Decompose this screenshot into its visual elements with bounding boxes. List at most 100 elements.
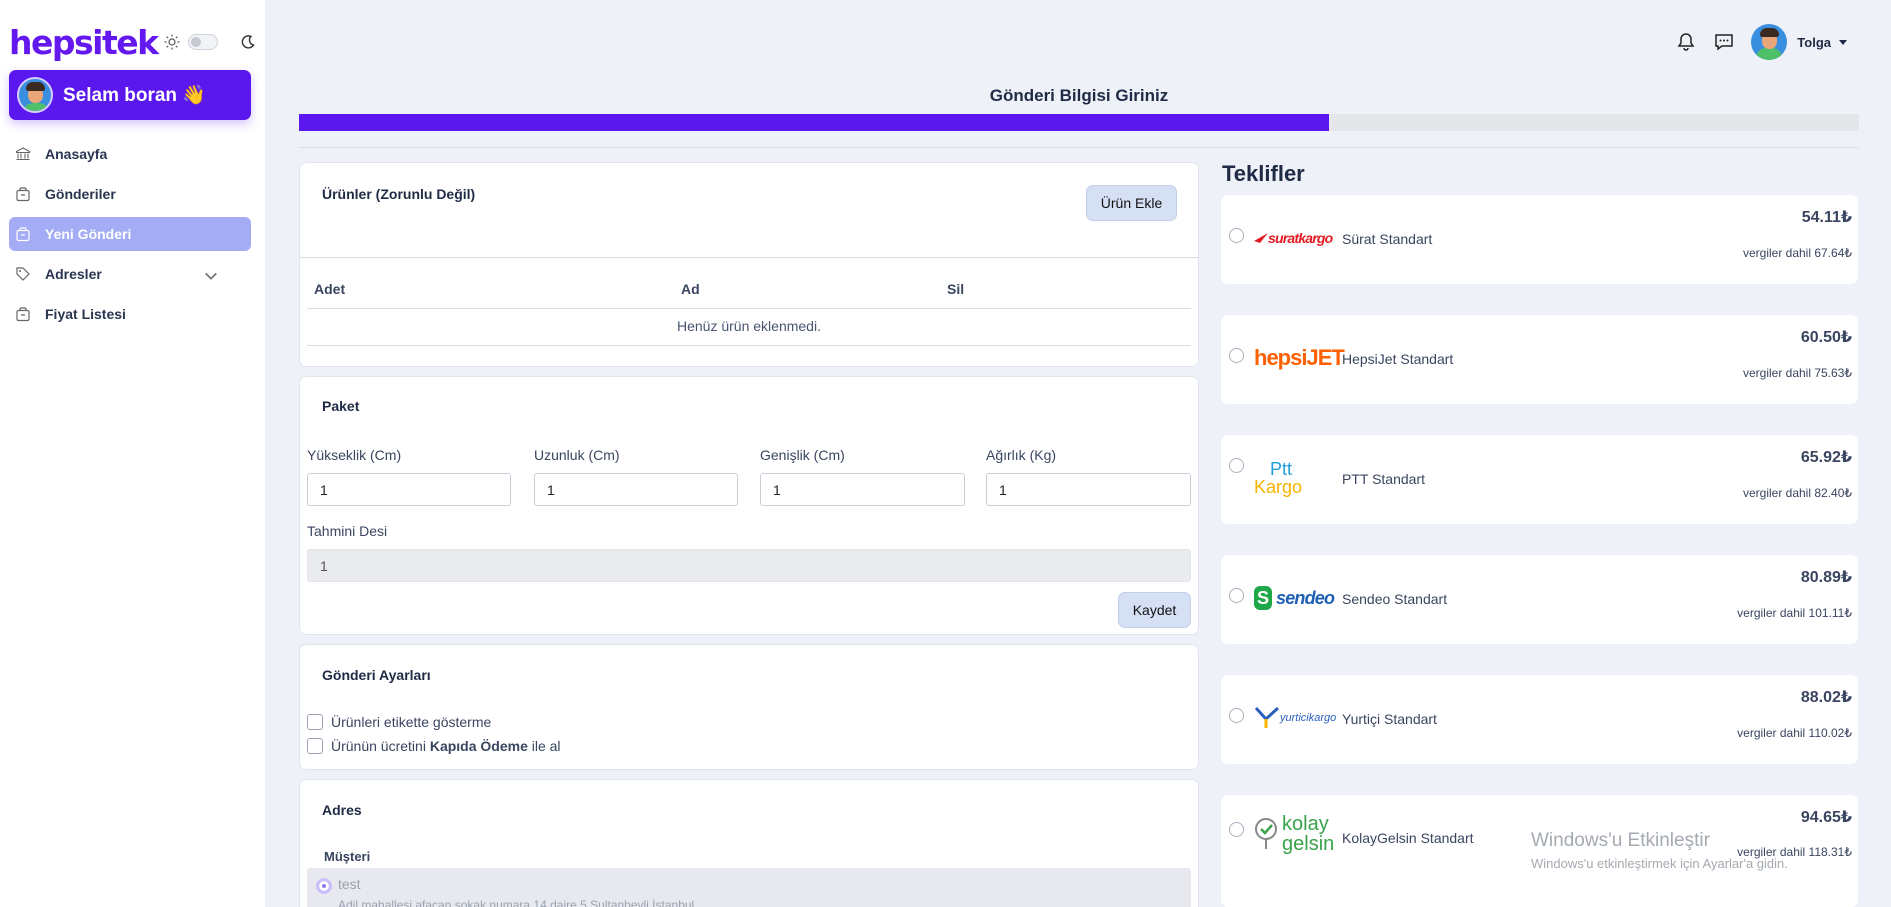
cash-on-delivery-checkbox[interactable] — [307, 738, 323, 754]
customer-label: Müşteri — [324, 849, 371, 864]
offer-name: Sürat Standart — [1342, 231, 1433, 247]
sidebar-item-label: Gönderiler — [45, 186, 116, 202]
caret-down-icon[interactable] — [1839, 39, 1847, 45]
offer-tax: vergiler dahil 82.40₺ — [1742, 486, 1852, 500]
column-header-sil: Sil — [947, 281, 965, 297]
offer-tax: vergiler dahil 75.63₺ — [1742, 366, 1852, 380]
user-avatar[interactable] — [1751, 24, 1788, 60]
height-input[interactable]: 1 — [307, 473, 511, 506]
page-title: Gönderi Bilgisi Giriniz — [989, 86, 1169, 105]
offer-card[interactable]: yurticikargo Yurtiçi Standart 88.02₺ ver… — [1221, 675, 1858, 764]
offer-name: HepsiJet Standart — [1342, 351, 1454, 367]
offer-price: 65.92₺ — [1800, 449, 1852, 466]
moon-icon — [241, 35, 255, 49]
weight-label: Ağırlık (Kg) — [986, 447, 1057, 463]
bell-icon[interactable] — [1675, 31, 1697, 53]
windows-activation-watermark: Windows'u Etkinleştir Windows'u etkinleş… — [1531, 830, 1788, 871]
offer-tax: vergiler dahil 101.11₺ — [1737, 606, 1852, 620]
desi-label: Tahmini Desi — [307, 523, 388, 539]
divider — [300, 257, 1198, 258]
offers-title: Teklifler — [1222, 161, 1305, 186]
kolaygelsin-logo: kolay gelsin — [1254, 809, 1344, 859]
customer-name: test — [338, 876, 361, 892]
address-title: Adres — [322, 802, 362, 818]
progress-fill — [299, 114, 1329, 131]
offer-card[interactable]: S sendeo Sendeo Standart 80.89₺ vergiler… — [1221, 555, 1858, 644]
empty-products-text: Henüz ürün eklenmedi. — [677, 318, 821, 334]
sidebar: hepsitek Selam boran 👋 Anasayfa Gönderil… — [0, 0, 265, 907]
cod-label-post: ile al — [527, 738, 561, 754]
customer-radio[interactable] — [316, 878, 332, 894]
sidebar-item-yeni-gonderi[interactable]: Yeni Gönderi — [9, 217, 251, 251]
height-label: Yükseklik (Cm) — [307, 447, 402, 463]
bank-icon — [15, 147, 31, 161]
sidebar-item-label: Yeni Gönderi — [45, 226, 132, 242]
progress-bar — [299, 114, 1859, 131]
hide-products-label: Ürünleri etikette gösterme — [331, 714, 492, 730]
offer-tax: vergiler dahil 110.02₺ — [1737, 726, 1852, 740]
offer-card[interactable]: Ptt Kargo PTT Standart 65.92₺ vergiler d… — [1221, 435, 1858, 524]
offer-radio[interactable] — [1229, 708, 1244, 723]
greeting-banner[interactable]: Selam boran 👋 — [9, 70, 251, 120]
logo[interactable]: hepsitek — [9, 23, 159, 62]
sidebar-nav: Anasayfa Gönderiler Yeni Gönderi Adresle… — [9, 137, 251, 337]
offer-radio[interactable] — [1229, 458, 1244, 473]
save-button[interactable]: Kaydet — [1118, 592, 1191, 628]
offer-radio[interactable] — [1229, 348, 1244, 363]
user-name[interactable]: Tolga — [1797, 35, 1831, 50]
offer-name: Sendeo Standart — [1342, 591, 1448, 607]
hide-products-option[interactable]: Ürünleri etikette gösterme — [307, 714, 491, 730]
weight-input[interactable]: 1 — [986, 473, 1191, 506]
column-header-adet: Adet — [314, 281, 346, 297]
yurtici-kargo-logo: yurticikargo — [1254, 693, 1344, 743]
cash-on-delivery-option[interactable]: Ürünün ücretini Kapıda Ödeme ile al — [307, 738, 561, 754]
add-product-button[interactable]: Ürün Ekle — [1086, 185, 1177, 221]
avatar — [17, 77, 53, 113]
brand-row: hepsitek — [9, 22, 256, 62]
sidebar-item-adresler[interactable]: Adresler — [9, 257, 251, 291]
customer-address: Adil mahallesi afacan sokak numara 14 da… — [338, 898, 695, 907]
hide-products-checkbox[interactable] — [307, 714, 323, 730]
offer-radio[interactable] — [1229, 822, 1244, 837]
desi-input: 1 — [307, 549, 1191, 582]
length-label: Uzunluk (Cm) — [534, 447, 620, 463]
offer-name: PTT Standart — [1342, 471, 1426, 487]
length-input[interactable]: 1 — [534, 473, 738, 506]
sidebar-item-anasayfa[interactable]: Anasayfa — [9, 137, 251, 171]
greeting-text: Selam boran 👋 — [63, 85, 206, 106]
settings-title: Gönderi Ayarları — [322, 667, 431, 683]
theme-toggle[interactable] — [188, 34, 218, 50]
offer-card[interactable]: hepsiJET HepsiJet Standart 60.50₺ vergil… — [1221, 315, 1858, 404]
products-card: Ürünler (Zorunlu Değil) Ürün Ekle Adet A… — [299, 162, 1199, 367]
sidebar-item-gonderiler[interactable]: Gönderiler — [9, 177, 251, 211]
width-input[interactable]: 1 — [760, 473, 965, 506]
offer-radio[interactable] — [1229, 228, 1244, 243]
chat-icon[interactable] — [1713, 31, 1735, 53]
offer-radio[interactable] — [1229, 588, 1244, 603]
offer-card[interactable]: suratkargo Sürat Standart 54.11₺ vergile… — [1221, 195, 1858, 284]
chevron-down-icon — [205, 272, 217, 280]
cod-label-bold: Kapıda Ödeme — [429, 738, 528, 754]
package-card: Paket Yükseklik (Cm) 1 Uzunluk (Cm) 1 Ge… — [299, 376, 1199, 635]
table-header-divider — [307, 308, 1191, 309]
watermark-title: Windows'u Etkinleştir — [1531, 830, 1710, 851]
box-icon — [16, 307, 30, 322]
offer-price: 94.65₺ — [1800, 809, 1852, 826]
offer-price: 88.02₺ — [1800, 689, 1852, 706]
offer-price: 60.50₺ — [1800, 329, 1852, 346]
offer-name: KolayGelsin Standart — [1342, 830, 1474, 846]
customer-address-option[interactable]: test Adil mahallesi afacan sokak numara … — [307, 868, 1191, 907]
topbar: Tolga — [1675, 24, 1847, 60]
column-header-ad: Ad — [681, 281, 700, 297]
width-label: Genişlik (Cm) — [760, 447, 845, 463]
ptt-kargo-logo: Ptt Kargo — [1254, 459, 1303, 497]
offer-name: Yurtiçi Standart — [1342, 711, 1437, 727]
box-icon — [16, 187, 30, 202]
sidebar-item-fiyat-listesi[interactable]: Fiyat Listesi — [9, 297, 251, 331]
surat-kargo-logo: suratkargo — [1254, 213, 1344, 263]
tag-icon — [16, 267, 30, 281]
offer-price: 54.11₺ — [1801, 209, 1852, 226]
theme-switcher — [164, 34, 256, 50]
sendeo-logo: S sendeo — [1254, 573, 1344, 623]
box-icon — [16, 227, 30, 242]
